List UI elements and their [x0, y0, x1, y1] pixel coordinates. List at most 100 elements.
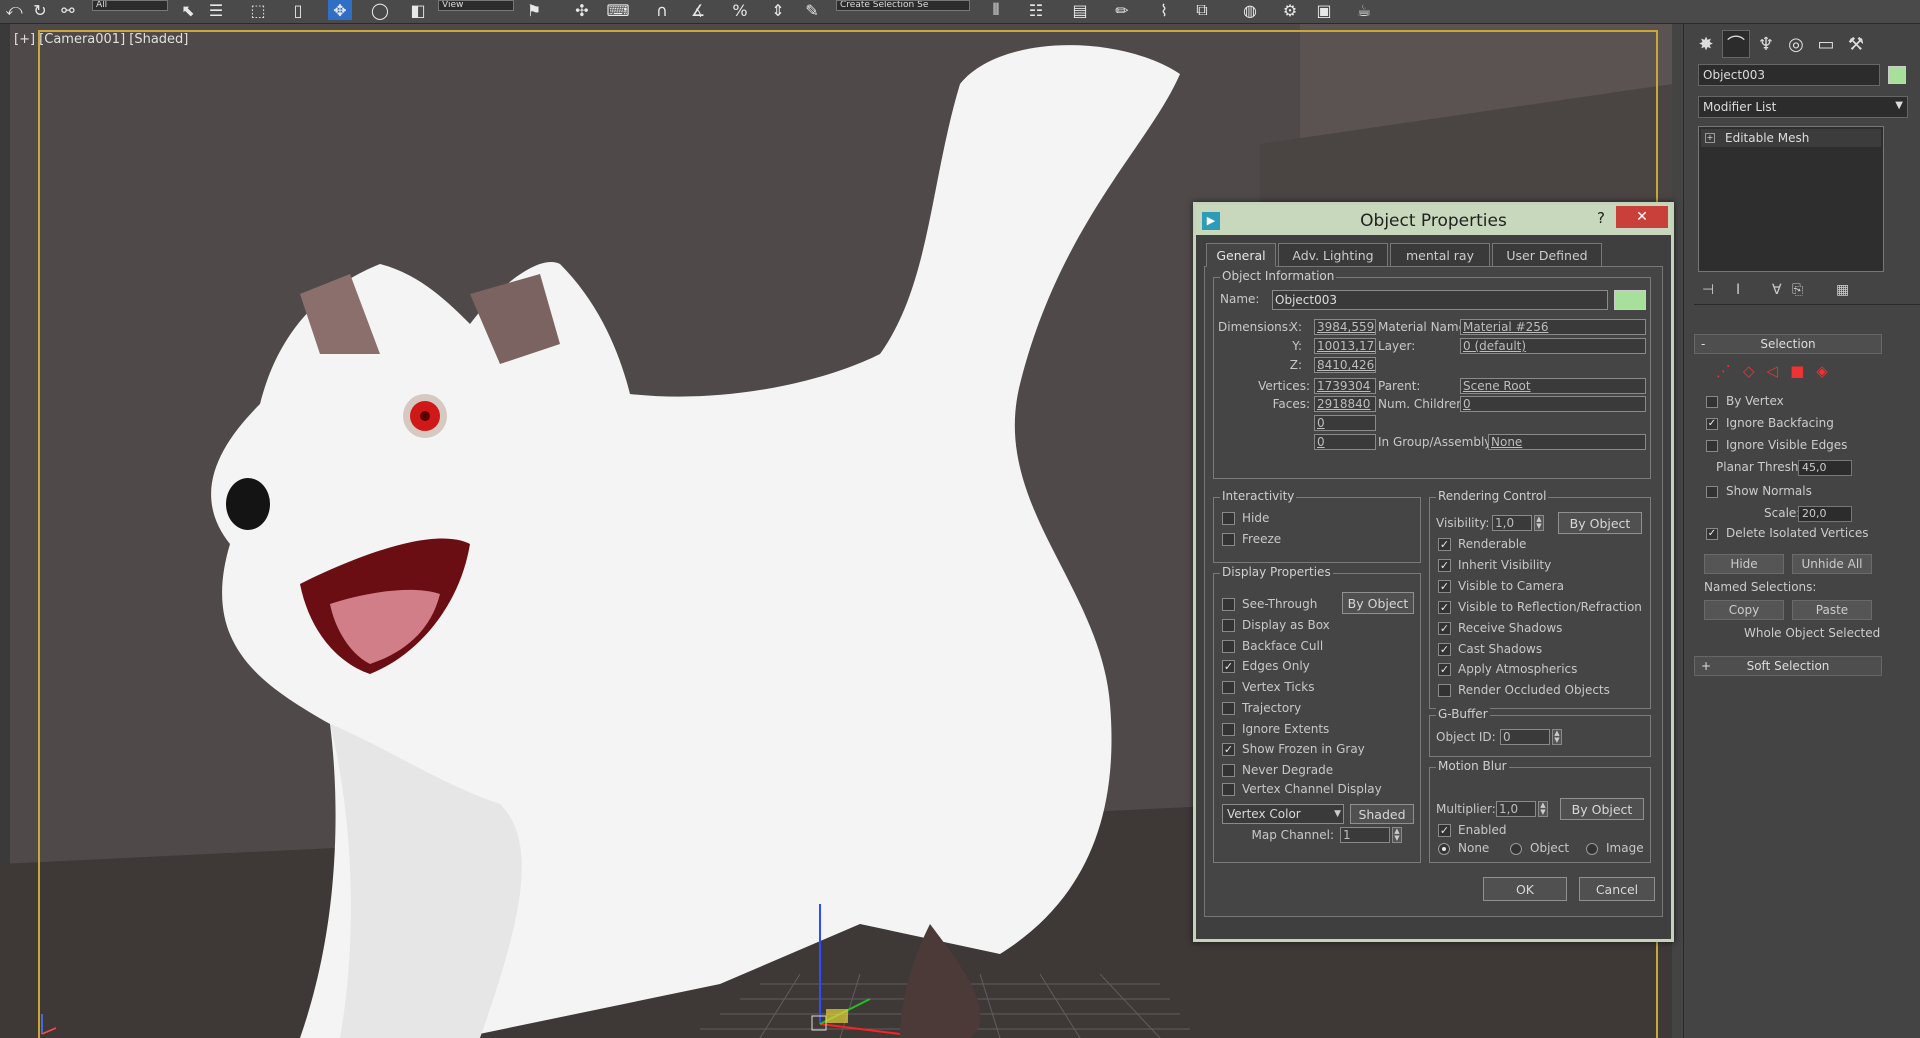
shaded-button[interactable]: Shaded	[1350, 804, 1414, 824]
material-editor-icon[interactable]: ◍	[1238, 0, 1262, 20]
object-name-field[interactable]: Object003	[1698, 64, 1880, 86]
object-color-swatch[interactable]	[1888, 66, 1906, 84]
tab-mental-ray[interactable]: mental ray	[1390, 243, 1490, 267]
visibility-spinner[interactable]: 1,0	[1492, 515, 1532, 531]
select-move-icon[interactable]: ✥	[328, 0, 352, 20]
graphite-toolbar-icon[interactable]: ✏	[1110, 0, 1134, 20]
remove-modifier-icon[interactable]: ⎘	[1792, 282, 1803, 298]
display-tab-icon[interactable]: ▭	[1812, 30, 1840, 58]
render-setup-icon[interactable]: ⚙	[1278, 0, 1302, 20]
backface-cull-checkbox[interactable]	[1222, 640, 1235, 653]
hierarchy-tab-icon[interactable]: ♆	[1752, 30, 1780, 58]
planar-thresh-spinner[interactable]: 45,0	[1798, 460, 1852, 476]
dialog-titlebar[interactable]: ▶ Object Properties ? ✕	[1196, 205, 1671, 235]
modify-tab-icon[interactable]: ⌒	[1722, 30, 1750, 58]
utilities-tab-icon[interactable]: ⚒	[1842, 30, 1870, 58]
scale-spinner[interactable]: 20,0	[1798, 506, 1852, 522]
paste-button[interactable]: Paste	[1792, 600, 1872, 620]
display-as-box-checkbox[interactable]	[1222, 619, 1235, 632]
receive-shadows-checkbox[interactable]: ✓	[1438, 622, 1451, 635]
rendered-frame-icon[interactable]: ▣	[1312, 0, 1336, 20]
render-teapot-icon[interactable]: ☕	[1352, 0, 1376, 20]
delete-isolated-checkbox[interactable]: ✓	[1706, 528, 1718, 540]
blur-object-radio[interactable]	[1510, 843, 1522, 855]
motion-blur-by-object-button[interactable]: By Object	[1560, 798, 1644, 820]
link-icon[interactable]: ⚯	[56, 0, 80, 20]
vertex-channel-display-checkbox[interactable]	[1222, 783, 1235, 796]
curve-editor-icon[interactable]: ⌇	[1152, 0, 1176, 20]
spinner-arrows-icon[interactable]: ▲ ▼	[1392, 827, 1402, 843]
render-occluded-checkbox[interactable]	[1438, 684, 1451, 697]
viewport-label[interactable]: [+] [Camera001] [Shaded]	[14, 32, 188, 47]
see-through-checkbox[interactable]	[1222, 598, 1235, 611]
show-frozen-gray-checkbox[interactable]: ✓	[1222, 743, 1235, 756]
cancel-button[interactable]: Cancel	[1579, 877, 1655, 901]
ignore-visible-edges-checkbox[interactable]	[1706, 440, 1718, 452]
blur-none-radio[interactable]	[1438, 843, 1450, 855]
vertex-color-dropdown[interactable]: Vertex Color ▼	[1222, 804, 1344, 824]
tab-user-defined[interactable]: User Defined	[1492, 243, 1602, 267]
render-by-object-button[interactable]: By Object	[1558, 512, 1642, 534]
close-button[interactable]: ✕	[1616, 206, 1668, 228]
spinner-arrows-icon[interactable]: ▲ ▼	[1552, 729, 1562, 745]
edit-named-selection-icon[interactable]: ✎	[800, 0, 824, 20]
display-by-object-button[interactable]: By Object	[1342, 592, 1414, 614]
spinner-arrows-icon[interactable]: ▲ ▼	[1534, 515, 1544, 531]
align-icon[interactable]: ☷	[1024, 0, 1048, 20]
make-unique-icon[interactable]: ∀	[1772, 282, 1782, 298]
pivot-icon[interactable]: ⚑	[522, 0, 546, 20]
angle-snap-icon[interactable]: ∡	[686, 0, 710, 20]
multiplier-spinner[interactable]: 1,0	[1496, 801, 1536, 817]
blur-image-radio[interactable]	[1586, 843, 1598, 855]
snaps-toggle-icon[interactable]: ∩	[650, 0, 674, 20]
select-by-name-icon[interactable]: ☰	[204, 0, 228, 20]
select-rotate-icon[interactable]: ◯	[368, 0, 392, 20]
select-object-icon[interactable]: ⬉	[176, 0, 200, 20]
show-normals-checkbox[interactable]	[1706, 486, 1718, 498]
ignore-backfacing-checkbox[interactable]: ✓	[1706, 418, 1718, 430]
percent-snap-icon[interactable]: %	[728, 0, 752, 20]
object-color-swatch[interactable]	[1614, 290, 1646, 310]
named-selection-dropdown[interactable]: Create Selection Se	[836, 0, 970, 11]
ignore-extents-checkbox[interactable]	[1222, 723, 1235, 736]
manipulate-icon[interactable]: ✣	[570, 0, 594, 20]
enabled-checkbox[interactable]: ✓	[1438, 824, 1451, 837]
inherit-visibility-checkbox[interactable]: ✓	[1438, 559, 1451, 572]
pin-stack-icon[interactable]: ⊣	[1702, 282, 1714, 298]
select-scale-icon[interactable]: ◧	[406, 0, 430, 20]
expand-icon[interactable]: +	[1705, 133, 1715, 143]
copy-button[interactable]: Copy	[1704, 600, 1784, 620]
stack-item-editable-mesh[interactable]: Editable Mesh	[1701, 129, 1881, 147]
tab-general[interactable]: General	[1206, 243, 1276, 267]
unhide-all-button[interactable]: Unhide All	[1792, 554, 1872, 574]
show-end-result-icon[interactable]: Ⅰ	[1736, 282, 1740, 298]
vertex-ticks-checkbox[interactable]	[1222, 681, 1235, 694]
cast-shadows-checkbox[interactable]: ✓	[1438, 643, 1451, 656]
schematic-view-icon[interactable]: ⧉	[1190, 0, 1214, 20]
visible-to-reflection-checkbox[interactable]: ✓	[1438, 601, 1451, 614]
trajectory-checkbox[interactable]	[1222, 702, 1235, 715]
map-channel-spinner[interactable]: 1	[1340, 827, 1390, 843]
subobject-level-icons[interactable]: ⋰◇◁■◈	[1716, 362, 1840, 380]
spinner-arrows-icon[interactable]: ▲ ▼	[1538, 801, 1548, 817]
tab-adv-lighting[interactable]: Adv. Lighting	[1278, 243, 1388, 267]
spinner-snap-icon[interactable]: ⇕	[766, 0, 790, 20]
ok-button[interactable]: OK	[1483, 877, 1567, 901]
never-degrade-checkbox[interactable]	[1222, 764, 1235, 777]
object-id-spinner[interactable]: 0	[1500, 729, 1550, 745]
undo-icon[interactable]: ⤺	[2, 0, 26, 20]
soft-selection-rollout-header[interactable]: + Soft Selection	[1694, 656, 1882, 676]
selection-rollout-header[interactable]: - Selection	[1694, 334, 1882, 354]
region-select-icon[interactable]: ⬚	[246, 0, 270, 20]
layer-manager-icon[interactable]: ▤	[1068, 0, 1092, 20]
reference-coord-dropdown[interactable]: View	[438, 0, 514, 11]
help-button[interactable]: ?	[1592, 209, 1610, 229]
modifier-list-dropdown[interactable]: Modifier List ▼	[1698, 96, 1908, 118]
redo-icon[interactable]: ↻	[28, 0, 52, 20]
configure-sets-icon[interactable]: ▦	[1836, 282, 1849, 298]
apply-atmospherics-checkbox[interactable]: ✓	[1438, 663, 1451, 676]
hide-button[interactable]: Hide	[1704, 554, 1784, 574]
visible-to-camera-checkbox[interactable]: ✓	[1438, 580, 1451, 593]
hide-checkbox[interactable]	[1222, 512, 1235, 525]
by-vertex-checkbox[interactable]	[1706, 396, 1718, 408]
